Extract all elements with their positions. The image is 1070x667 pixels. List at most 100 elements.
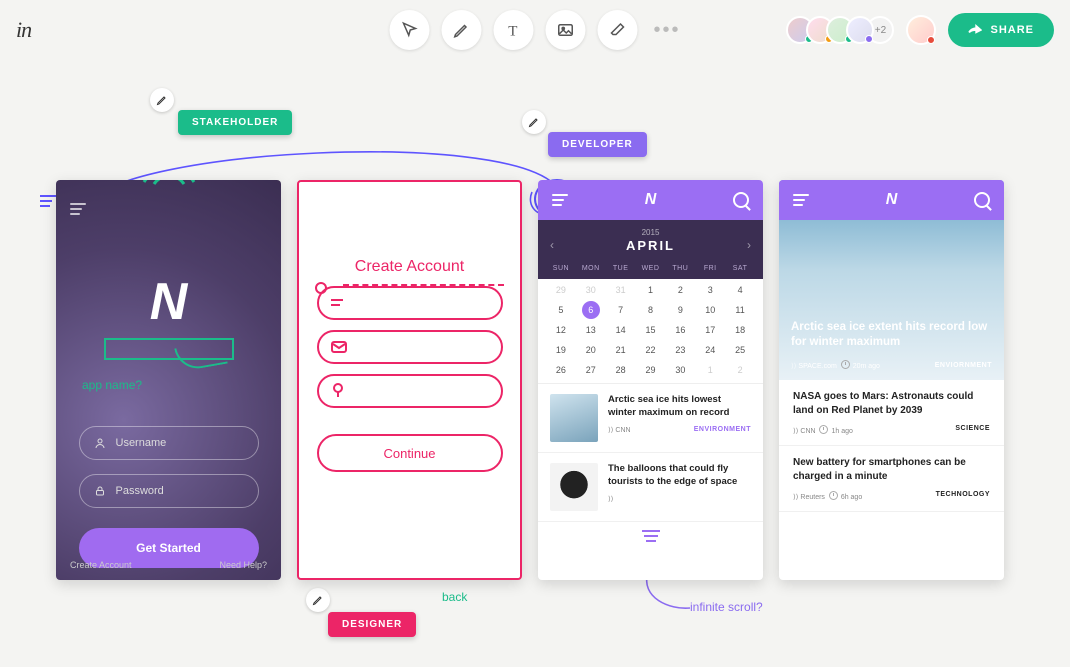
pointer-tool[interactable] [389,10,429,50]
calendar-day[interactable]: 17 [695,325,725,335]
field-label: Username [116,437,167,449]
sketch-email-field[interactable] [317,330,503,364]
create-account-link[interactable]: Create Account [70,560,132,570]
current-user-avatar[interactable] [906,15,936,45]
news-tag: ENVIRONMENT [694,426,751,434]
artboard-calendar-feed[interactable]: N ‹ 2015 APRIL › SUNMONTUEWEDTHUFRISAT 2… [538,180,763,580]
calendar-day[interactable]: 13 [576,325,606,335]
comment-marker[interactable] [522,110,546,134]
calendar-day[interactable]: 24 [695,345,725,355]
pencil-tool[interactable] [441,10,481,50]
eraser-tool[interactable] [597,10,637,50]
calendar-day[interactable]: 2 [665,285,695,295]
calendar-day[interactable]: 18 [725,325,755,335]
news-title: The balloons that could fly tourists to … [608,463,751,489]
artboard-login[interactable]: N app name? Username Password Get Starte… [56,180,281,580]
hamburger-icon[interactable] [552,191,568,209]
password-field[interactable]: Password [79,474,259,508]
calendar-day[interactable]: 15 [636,325,666,335]
continue-button[interactable]: Continue [317,434,503,472]
news-item[interactable]: New battery for smartphones can be charg… [779,446,1004,512]
artboard-news-feed[interactable]: N Arctic sea ice extent hits record low … [779,180,1004,580]
hero-article[interactable]: N Arctic sea ice extent hits record low … [779,180,1004,380]
app-logo[interactable]: in [16,17,31,43]
calendar-day[interactable]: 16 [665,325,695,335]
calendar-day[interactable]: 29 [636,365,666,375]
stakeholder-pill[interactable]: STAKEHOLDER [178,110,292,135]
eraser-icon [608,21,626,39]
hero-title: Arctic sea ice extent hits record low fo… [791,320,992,350]
hero-source: SPACE.com [798,363,836,370]
calendar-day[interactable]: 2 [725,365,755,375]
calendar-day[interactable]: 21 [606,345,636,355]
hamburger-icon[interactable] [793,191,809,209]
calendar-grid[interactable]: 2930311234567891011121314151617181920212… [538,279,763,383]
hamburger-sketch-icon [315,282,335,301]
calendar-day[interactable]: 19 [546,345,576,355]
image-tool[interactable] [545,10,585,50]
designer-pill[interactable]: DESIGNER [328,612,416,637]
news-source: ⟩⟩ CNN 1h ago [793,425,853,435]
day-name: WED [636,265,666,272]
artboard-signup-sketch[interactable]: Create Account Continue [297,180,522,580]
user-icon [94,437,106,449]
calendar-day[interactable]: 30 [576,285,606,295]
news-item[interactable]: Arctic sea ice hits lowest winter maximu… [538,384,763,453]
calendar-day[interactable]: 7 [606,305,636,315]
news-tag: SCIENCE [955,425,990,435]
next-month-button[interactable]: › [747,238,751,252]
annotation-text: infinite scroll? [690,600,763,614]
hamburger-icon [70,200,86,218]
calendar-day[interactable]: 3 [695,285,725,295]
share-button[interactable]: SHARE [948,13,1054,47]
search-icon[interactable] [974,192,990,208]
calendar-day[interactable]: 5 [546,305,576,315]
comment-marker[interactable] [150,88,174,112]
sketch-password-field[interactable] [317,374,503,408]
day-name: MON [576,265,606,272]
calendar-day[interactable]: 28 [606,365,636,375]
text-tool[interactable]: T [493,10,533,50]
calendar-day[interactable]: 8 [636,305,666,315]
calendar-day[interactable]: 30 [665,365,695,375]
calendar-day[interactable]: 23 [665,345,695,355]
annotation-text: back [442,590,467,604]
calendar-day[interactable]: 22 [636,345,666,355]
right-controls: +2 SHARE [786,13,1054,47]
username-field[interactable]: Username [79,426,259,460]
calendar-day[interactable]: 1 [636,285,666,295]
calendar-day[interactable]: 27 [576,365,606,375]
calendar-day[interactable]: 31 [606,285,636,295]
load-more-icon[interactable] [538,522,763,550]
comment-marker[interactable] [306,588,330,612]
news-item[interactable]: The balloons that could fly tourists to … [538,453,763,522]
calendar-day[interactable]: 4 [725,285,755,295]
calendar-day[interactable]: 26 [546,365,576,375]
prev-month-button[interactable]: ‹ [550,238,554,252]
canvas[interactable]: STAKEHOLDER DEVELOPER DESIGNER infinite … [0,80,1070,667]
calendar-day[interactable]: 29 [546,285,576,295]
brand-logo: N [150,272,188,332]
top-toolbar: in T ••• +2 SHARE [0,0,1070,60]
calendar-day[interactable]: 12 [546,325,576,335]
artboard-row: N app name? Username Password Get Starte… [56,180,1004,580]
search-icon[interactable] [733,192,749,208]
sketch-name-field[interactable] [317,286,503,320]
calendar-day[interactable]: 6 [582,301,600,319]
news-source: ⟩⟩ CNN [608,426,631,434]
calendar-day[interactable]: 9 [665,305,695,315]
news-item[interactable]: NASA goes to Mars: Astronauts could land… [779,380,1004,446]
developer-pill[interactable]: DEVELOPER [548,132,647,157]
more-tools[interactable]: ••• [653,19,680,42]
pencil-icon [312,594,324,606]
calendar-year: 2015 [538,228,763,237]
need-help-link[interactable]: Need Help? [219,560,267,570]
calendar-day[interactable]: 10 [695,305,725,315]
calendar-day[interactable]: 14 [606,325,636,335]
calendar-day[interactable]: 25 [725,345,755,355]
calendar-day[interactable]: 20 [576,345,606,355]
pencil-icon [452,21,470,39]
calendar-day[interactable]: 11 [725,305,755,315]
avatar[interactable] [846,16,874,44]
calendar-day[interactable]: 1 [695,365,725,375]
